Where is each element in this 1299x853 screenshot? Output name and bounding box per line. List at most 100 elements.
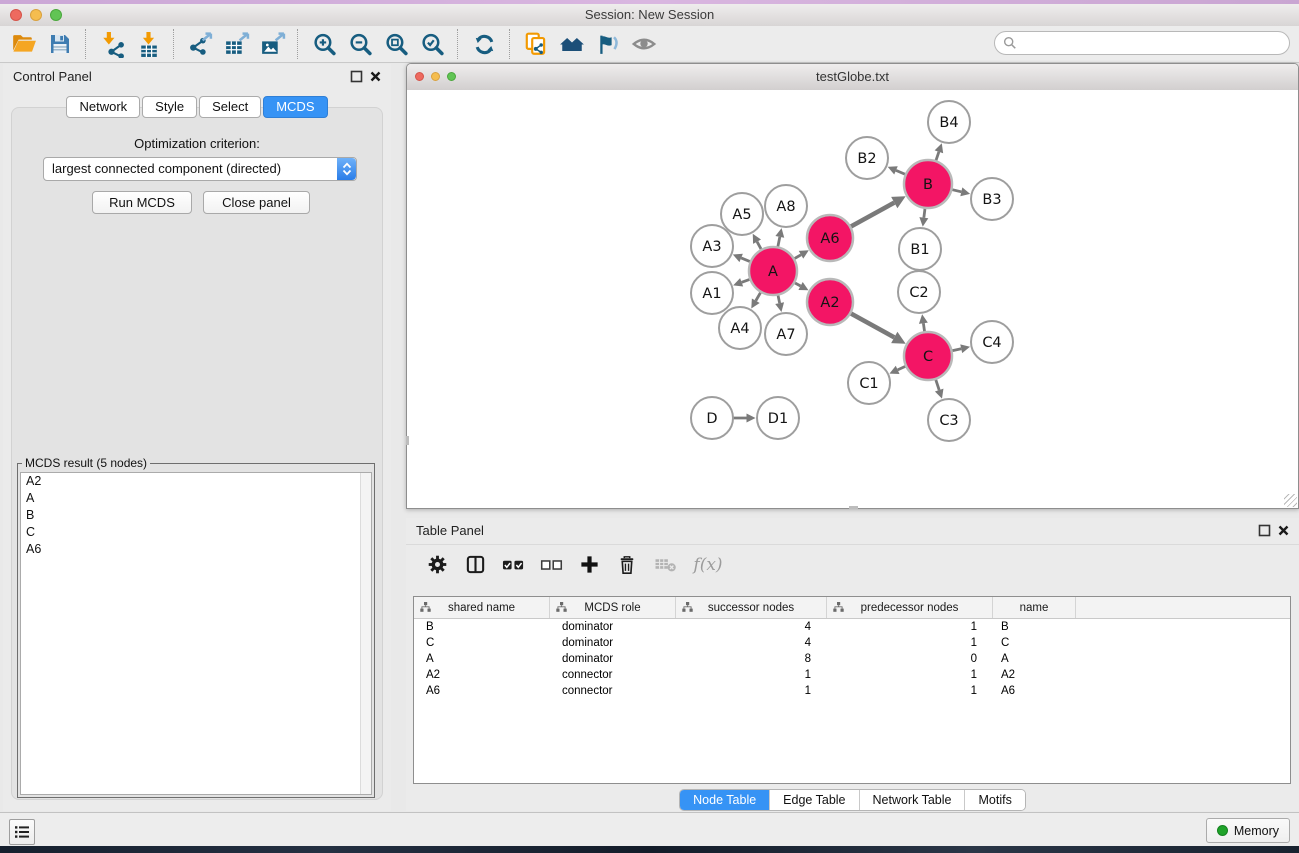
gear-icon[interactable]	[420, 550, 454, 580]
graph-node-A7[interactable]: A7	[765, 313, 807, 355]
select-all-icon[interactable]	[496, 550, 530, 580]
graph-node-A2[interactable]: A2	[807, 279, 853, 325]
tab-node-table[interactable]: Node Table	[680, 790, 770, 810]
cell-successor-nodes[interactable]: 1	[676, 685, 827, 697]
graph-node-D1[interactable]: D1	[757, 397, 799, 439]
houses-icon[interactable]	[554, 28, 590, 60]
close-panel-icon[interactable]	[369, 70, 382, 83]
task-history-button[interactable]	[9, 819, 35, 845]
column-header-name[interactable]: name	[993, 597, 1076, 618]
search-input[interactable]	[1022, 35, 1289, 51]
graph-node-B[interactable]: B	[904, 160, 952, 208]
cell-mcds-role[interactable]: dominator	[550, 637, 676, 649]
add-icon[interactable]	[572, 550, 606, 580]
graph-node-C[interactable]: C	[904, 332, 952, 380]
cell-predecessor-nodes[interactable]: 1	[827, 685, 993, 697]
table-row[interactable]: Cdominator41C	[414, 635, 1290, 651]
tab-network[interactable]: Network	[66, 96, 140, 118]
cell-name[interactable]: C	[993, 637, 1076, 649]
cell-successor-nodes[interactable]: 1	[676, 669, 827, 681]
graph-node-B1[interactable]: B1	[899, 228, 941, 270]
cell-predecessor-nodes[interactable]: 1	[827, 637, 993, 649]
trash-icon[interactable]	[610, 550, 644, 580]
column-header-successor-nodes[interactable]: successor nodes	[676, 597, 827, 618]
close-panel-button[interactable]: Close panel	[203, 191, 310, 214]
graph-node-A3[interactable]: A3	[691, 225, 733, 267]
cell-shared-name[interactable]: A	[414, 653, 550, 665]
graph-node-C1[interactable]: C1	[848, 362, 890, 404]
memory-button[interactable]: Memory	[1206, 818, 1290, 843]
cell-shared-name[interactable]: A6	[414, 685, 550, 697]
graph-node-A4[interactable]: A4	[719, 307, 761, 349]
cell-shared-name[interactable]: B	[414, 621, 550, 633]
cell-mcds-role[interactable]: connector	[550, 685, 676, 697]
float-panel-icon[interactable]	[350, 70, 363, 83]
cell-mcds-role[interactable]: dominator	[550, 621, 676, 633]
table-row[interactable]: Adominator80A	[414, 651, 1290, 667]
column-header-mcds-role[interactable]: MCDS role	[550, 597, 676, 618]
graph-node-B3[interactable]: B3	[971, 178, 1013, 220]
import-network-icon[interactable]	[94, 28, 130, 60]
cell-mcds-role[interactable]: connector	[550, 669, 676, 681]
tab-edge-table[interactable]: Edge Table	[770, 790, 859, 810]
eye-icon[interactable]	[626, 28, 662, 60]
delete-table-icon[interactable]	[648, 550, 682, 580]
network-graph[interactable]: B4B2BB3A8A5A6A3B1AC2A1A2A4A7C4CC1C3DD1	[407, 90, 1298, 508]
graph-node-A1[interactable]: A1	[691, 272, 733, 314]
graph-node-C2[interactable]: C2	[898, 271, 940, 313]
mcds-result-item[interactable]: C	[21, 524, 371, 541]
window-resize-tick[interactable]	[849, 506, 858, 509]
export-network-icon[interactable]	[182, 28, 218, 60]
cell-successor-nodes[interactable]: 4	[676, 621, 827, 633]
mcds-result-item[interactable]: A	[21, 490, 371, 507]
tab-network-table[interactable]: Network Table	[860, 790, 966, 810]
zoom-out-icon[interactable]	[342, 28, 378, 60]
graph-node-A8[interactable]: A8	[765, 185, 807, 227]
deselect-all-icon[interactable]	[534, 550, 568, 580]
cell-name[interactable]: A6	[993, 685, 1076, 697]
tab-style[interactable]: Style	[142, 96, 197, 118]
graph-node-B4[interactable]: B4	[928, 101, 970, 143]
cell-predecessor-nodes[interactable]: 0	[827, 653, 993, 665]
table-row[interactable]: A6connector11A6	[414, 683, 1290, 699]
column-header-predecessor-nodes[interactable]: predecessor nodes	[827, 597, 993, 618]
save-icon[interactable]	[42, 28, 78, 60]
zoom-fit-icon[interactable]	[378, 28, 414, 60]
tab-mcds[interactable]: MCDS	[263, 96, 327, 118]
open-folder-icon[interactable]	[6, 28, 42, 60]
copy-documents-icon[interactable]	[518, 28, 554, 60]
cell-predecessor-nodes[interactable]: 1	[827, 621, 993, 633]
cell-shared-name[interactable]: A2	[414, 669, 550, 681]
cell-name[interactable]: B	[993, 621, 1076, 633]
window-resize-tick[interactable]	[406, 436, 409, 445]
mcds-result-item[interactable]: A2	[21, 473, 371, 490]
graph-node-B2[interactable]: B2	[846, 137, 888, 179]
export-table-icon[interactable]	[218, 28, 254, 60]
cell-name[interactable]: A	[993, 653, 1076, 665]
refresh-icon[interactable]	[466, 28, 502, 60]
graph-node-A[interactable]: A	[749, 247, 797, 295]
zoom-in-icon[interactable]	[306, 28, 342, 60]
graph-node-A6[interactable]: A6	[807, 215, 853, 261]
run-mcds-button[interactable]: Run MCDS	[92, 191, 192, 214]
cell-successor-nodes[interactable]: 4	[676, 637, 827, 649]
cell-successor-nodes[interactable]: 8	[676, 653, 827, 665]
graph-node-C3[interactable]: C3	[928, 399, 970, 441]
import-table-icon[interactable]	[130, 28, 166, 60]
graph-node-A5[interactable]: A5	[721, 193, 763, 235]
optimization-criterion-select[interactable]: largest connected component (directed)	[43, 157, 357, 181]
export-image-icon[interactable]	[254, 28, 290, 60]
tab-select[interactable]: Select	[199, 96, 261, 118]
cell-mcds-role[interactable]: dominator	[550, 653, 676, 665]
mcds-result-item[interactable]: B	[21, 507, 371, 524]
mcds-list-scrollbar[interactable]	[360, 473, 371, 794]
cell-shared-name[interactable]: C	[414, 637, 550, 649]
columns-icon[interactable]	[458, 550, 492, 580]
cell-name[interactable]: A2	[993, 669, 1076, 681]
cell-predecessor-nodes[interactable]: 1	[827, 669, 993, 681]
close-panel-icon[interactable]	[1277, 524, 1290, 537]
tab-motifs[interactable]: Motifs	[965, 790, 1024, 810]
graph-node-C4[interactable]: C4	[971, 321, 1013, 363]
column-header-shared-name[interactable]: shared name	[414, 597, 550, 618]
float-panel-icon[interactable]	[1258, 524, 1271, 537]
